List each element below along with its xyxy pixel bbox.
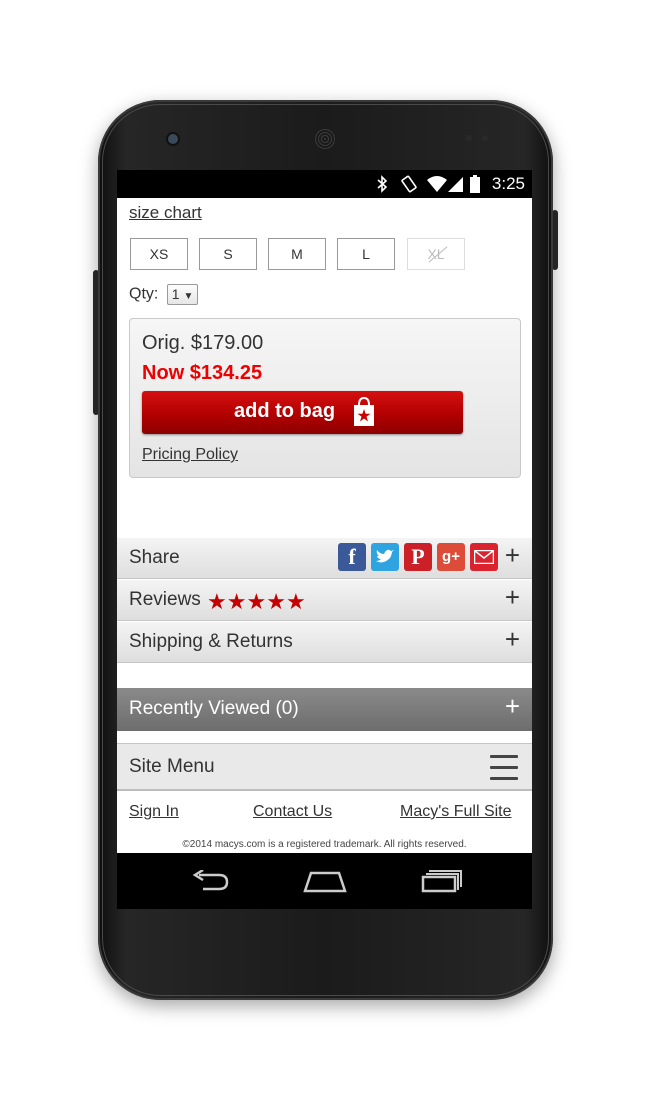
expand-plus-icon[interactable]: +: [505, 540, 520, 571]
expand-plus-icon[interactable]: +: [505, 582, 520, 613]
battery-icon: [470, 175, 480, 193]
recently-viewed-label: Recently Viewed (0): [129, 698, 299, 719]
rotation-icon: [401, 175, 417, 193]
size-option-l[interactable]: L: [337, 238, 395, 270]
google-plus-icon[interactable]: g+: [437, 543, 465, 571]
quantity-row: Qty: 1 ▼: [129, 284, 199, 305]
star-icon: ★: [246, 589, 267, 614]
signal-icon: [448, 177, 463, 192]
wifi-icon: [427, 176, 447, 192]
size-option-xs[interactable]: XS: [130, 238, 188, 270]
reviews-section[interactable]: Reviews ★★★★★ +: [117, 580, 532, 621]
shopping-bag-icon: [354, 396, 374, 426]
facebook-icon[interactable]: f: [338, 543, 366, 571]
copyright-text: ©2014 macys.com is a registered trademar…: [182, 839, 467, 850]
full-site-link[interactable]: Macy's Full Site: [400, 803, 512, 821]
size-option-xl: XL: [407, 238, 465, 270]
star-icon: ★: [207, 589, 227, 614]
expand-plus-icon[interactable]: +: [505, 691, 520, 722]
reviews-label: Reviews: [129, 589, 201, 610]
recent-apps-icon[interactable]: [421, 869, 463, 893]
email-icon[interactable]: [470, 543, 498, 571]
size-chart-link[interactable]: size chart: [129, 203, 202, 223]
earpiece-speaker: [314, 128, 336, 150]
sign-in-link[interactable]: Sign In: [129, 803, 179, 821]
bluetooth-icon: [377, 175, 388, 193]
add-to-bag-label: add to bag: [234, 400, 336, 422]
android-nav-bar: [117, 853, 532, 909]
site-menu-label: Site Menu: [129, 756, 215, 777]
quantity-value: 1: [171, 286, 180, 302]
home-icon[interactable]: [303, 871, 347, 893]
hamburger-menu-icon[interactable]: [490, 755, 518, 788]
status-bar: 3:25: [117, 170, 532, 198]
status-time: 3:25: [491, 174, 525, 193]
pricing-policy-link[interactable]: Pricing Policy: [142, 446, 238, 464]
light-sensor: [482, 135, 488, 141]
phone-screen: 3:25 size chart XS S M L XL Qty: 1 ▼ Ori…: [117, 170, 532, 909]
contact-us-link[interactable]: Contact Us: [253, 803, 332, 821]
back-icon[interactable]: [189, 870, 231, 894]
share-section[interactable]: Share f P g+ +: [117, 538, 532, 579]
expand-plus-icon[interactable]: +: [505, 624, 520, 655]
star-icon: ★: [226, 589, 247, 614]
add-to-bag-button[interactable]: add to bag: [142, 391, 463, 434]
star-icon: ★: [285, 589, 306, 614]
price-box: Orig. $179.00 Now $134.25 add to bag Pri…: [129, 318, 521, 478]
sale-price: Now $134.25: [142, 362, 263, 384]
recently-viewed-section[interactable]: Recently Viewed (0) +: [117, 688, 532, 731]
site-menu-bar[interactable]: Site Menu: [117, 743, 532, 791]
twitter-icon[interactable]: [371, 543, 399, 571]
original-price: Orig. $179.00: [142, 332, 264, 354]
qty-label: Qty:: [129, 285, 159, 303]
quantity-select[interactable]: 1 ▼: [166, 284, 199, 305]
pinterest-icon[interactable]: P: [404, 543, 432, 571]
star-rating: ★★★★★: [207, 589, 306, 614]
page-content: size chart XS S M L XL Qty: 1 ▼ Orig. $1…: [117, 198, 532, 853]
shipping-returns-label: Shipping & Returns: [129, 631, 293, 652]
front-camera: [168, 134, 178, 144]
shipping-returns-section[interactable]: Shipping & Returns +: [117, 622, 532, 663]
share-label: Share: [129, 547, 180, 568]
chevron-down-icon: ▼: [183, 291, 194, 302]
star-icon: ★: [266, 589, 286, 614]
size-option-m[interactable]: M: [268, 238, 326, 270]
proximity-sensor: [466, 135, 472, 141]
size-option-s[interactable]: S: [199, 238, 257, 270]
